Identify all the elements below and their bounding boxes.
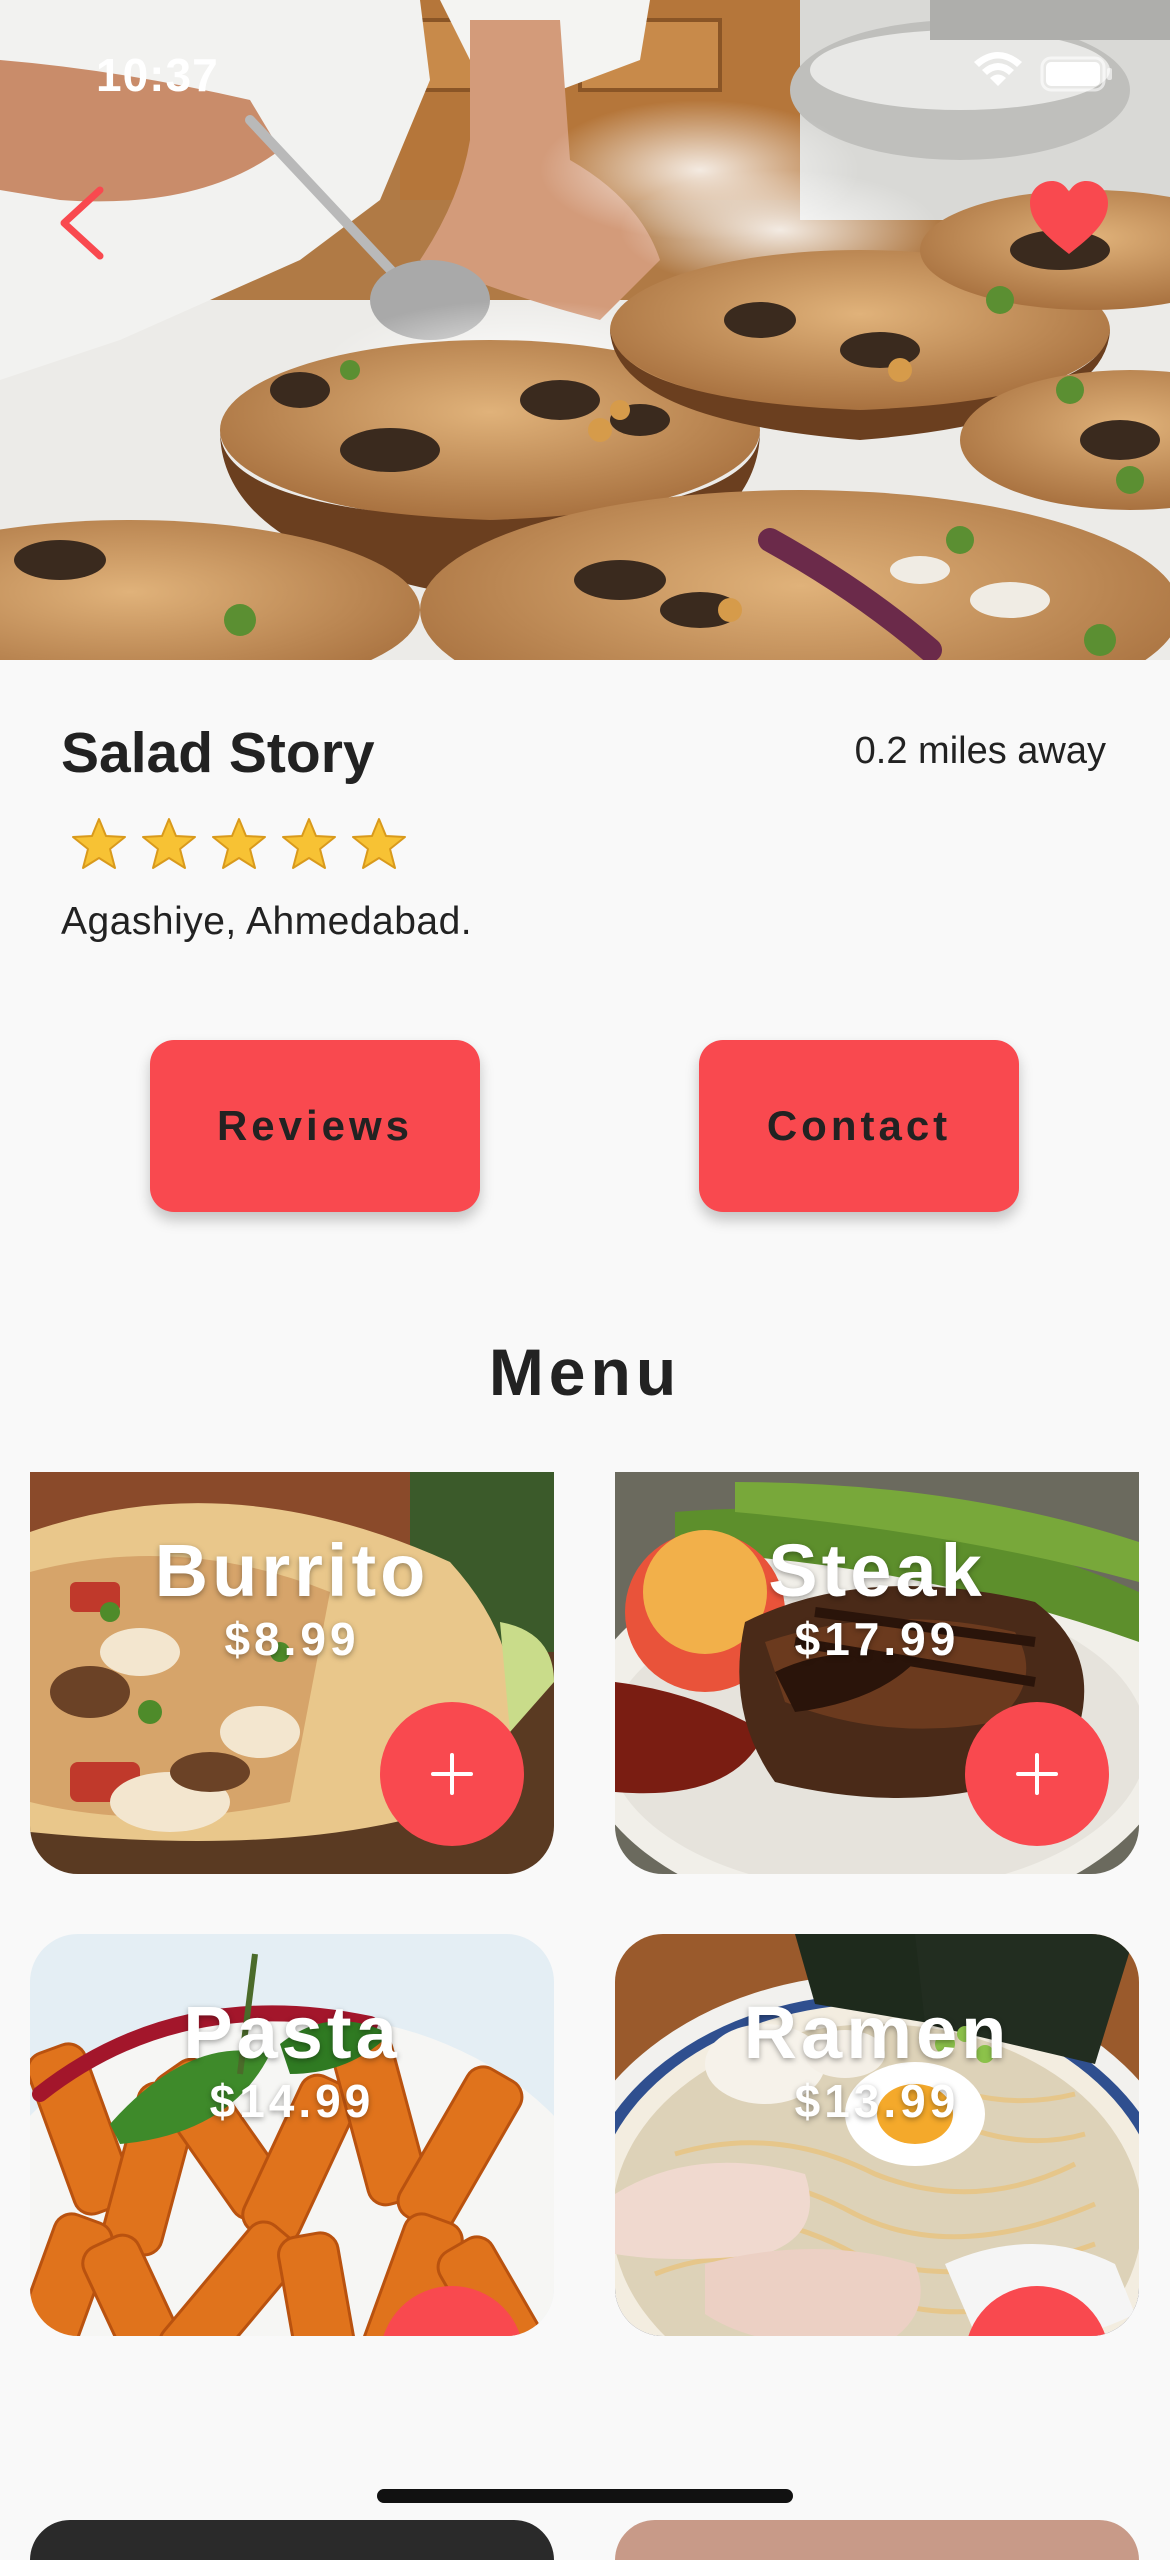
menu-item-name: Pasta: [183, 1991, 401, 2074]
status-time: 10:37: [96, 49, 219, 101]
battery-icon: [1040, 56, 1112, 92]
menu-card-next[interactable]: [615, 2520, 1139, 2560]
distance-label: 0.2 miles away: [854, 730, 1106, 772]
add-to-cart-button[interactable]: [380, 1702, 524, 1846]
menu-card-next[interactable]: [30, 2520, 554, 2560]
star-icon: [72, 818, 126, 869]
plus-icon: [1016, 1753, 1058, 1795]
menu-item-name: Burrito: [154, 1529, 430, 1612]
star-icon: [212, 818, 266, 869]
menu-heading: Menu: [488, 1335, 682, 1409]
menu-card-ramen[interactable]: Ramen $13.99: [615, 1934, 1139, 2336]
menu-card-burrito[interactable]: Burrito $8.99: [30, 1472, 554, 1874]
plus-icon: [431, 1753, 473, 1795]
star-icon: [352, 818, 406, 869]
menu-card-steak[interactable]: Steak $17.99: [615, 1472, 1139, 1874]
menu-item-price: $14.99: [209, 2075, 375, 2127]
contact-button[interactable]: Contact: [699, 1040, 1019, 1212]
add-to-cart-button[interactable]: [965, 1702, 1109, 1846]
wifi-icon: [974, 52, 1022, 86]
favorite-button[interactable]: [1026, 178, 1112, 258]
menu-item-price: $8.99: [224, 1613, 360, 1665]
star-icon: [282, 818, 336, 869]
plus-icon: [429, 2335, 475, 2336]
heart-icon: [1030, 181, 1108, 254]
plus-icon: [1014, 2335, 1060, 2336]
chevron-left-icon: [60, 186, 104, 260]
star-rating: [70, 816, 408, 872]
menu-item-price: $13.99: [794, 2075, 960, 2127]
menu-card-pasta[interactable]: Pasta $14.99: [30, 1934, 554, 2336]
back-button[interactable]: [48, 178, 118, 268]
hero-image: 10:37: [0, 0, 1170, 660]
restaurant-address: Agashiye, Ahmedabad.: [61, 900, 473, 943]
menu-item-name: Ramen: [743, 1991, 1011, 2074]
restaurant-name: Salad Story: [61, 721, 375, 785]
menu-item-name: Steak: [768, 1529, 986, 1612]
menu-item-price: $17.99: [794, 1613, 960, 1665]
home-indicator[interactable]: [377, 2489, 793, 2503]
reviews-button[interactable]: Reviews: [150, 1040, 480, 1212]
star-icon: [142, 818, 196, 869]
